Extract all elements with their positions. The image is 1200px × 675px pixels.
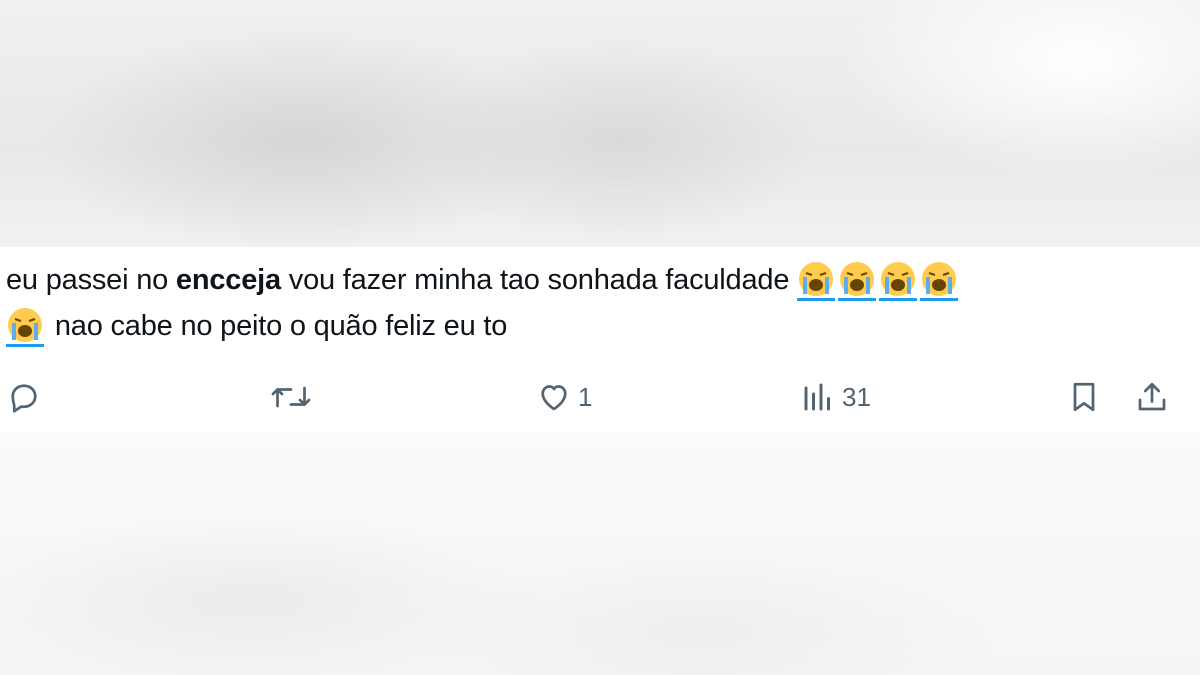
bookmark-button[interactable] [1066, 374, 1102, 420]
loudly-crying-face-icon[interactable] [838, 260, 877, 301]
views-count: 31 [842, 381, 871, 412]
tweet-text-line2: nao cabe no peito o quão feliz eu to [47, 310, 508, 342]
reply-icon [6, 379, 42, 415]
reply-button[interactable] [6, 374, 42, 420]
retweet-button[interactable] [270, 374, 312, 420]
like-button[interactable]: 1 [536, 374, 592, 420]
tweet-text-middle: vou fazer minha tao sonhada faculdade [280, 264, 790, 296]
share-button[interactable] [1134, 374, 1170, 420]
views-icon [800, 379, 836, 415]
loudly-crying-face-icon[interactable] [6, 306, 44, 347]
bookmark-icon [1066, 379, 1102, 415]
loudly-crying-face-icon[interactable] [797, 260, 836, 301]
tweet-text: eu passei no encceja vou fazer minha tao… [6, 257, 1186, 349]
like-count: 1 [578, 381, 593, 412]
blurred-header-region [0, 0, 1200, 247]
heart-icon [536, 379, 572, 415]
tweet-text-start: eu passei no [6, 264, 176, 296]
retweet-icon [270, 379, 312, 415]
tweet-bold-word: encceja [175, 264, 281, 296]
views-button[interactable]: 31 [800, 374, 871, 420]
loudly-crying-face-icon[interactable] [879, 260, 918, 301]
blurred-footer-region [0, 432, 1200, 675]
loudly-crying-face-icon[interactable] [920, 260, 959, 301]
share-icon [1134, 379, 1170, 415]
tweet-card[interactable]: eu passei no encceja vou fazer minha tao… [0, 247, 1200, 432]
tweet-actions-bar: 1 31 [0, 374, 1200, 424]
